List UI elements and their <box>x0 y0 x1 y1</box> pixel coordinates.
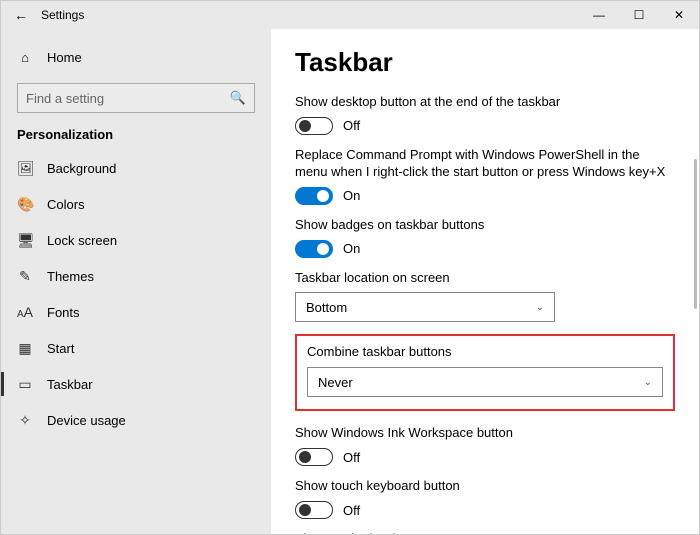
sidebar-item-colors[interactable]: 🎨 Colors <box>1 186 271 222</box>
setting-label: Show badges on taskbar buttons <box>295 217 675 234</box>
sidebar-item-label: Themes <box>47 269 94 284</box>
sidebar-item-device-usage[interactable]: ✧ Device usage <box>1 402 271 438</box>
setting-powershell: Replace Command Prompt with Windows Powe… <box>295 147 675 205</box>
sidebar-item-fonts[interactable]: AA Fonts <box>1 294 271 330</box>
setting-badges: Show badges on taskbar buttons On <box>295 217 675 258</box>
dropdown-combine-taskbar[interactable]: Never ⌄ <box>307 367 663 397</box>
sidebar-nav: 🖼 Background 🎨 Colors 🖥 Lock screen ✎ Th… <box>1 150 271 534</box>
setting-label: Show touch keyboard button <box>295 478 675 495</box>
toggle-powershell[interactable] <box>295 187 333 205</box>
fonts-icon: AA <box>17 304 33 320</box>
setting-label: Taskbar location on screen <box>295 270 675 287</box>
toggle-desktop-button[interactable] <box>295 117 333 135</box>
window-title: Settings <box>41 8 84 22</box>
device-usage-icon: ✧ <box>17 412 33 429</box>
sidebar: ⌂ Home Find a setting 🔍 Personalization … <box>1 29 271 534</box>
sidebar-item-label: Lock screen <box>47 233 117 248</box>
toggle-state: Off <box>343 450 360 465</box>
sidebar-item-label: Taskbar <box>47 377 93 392</box>
start-icon: ▦ <box>17 340 33 357</box>
setting-taskbar-location: Taskbar location on screen Bottom ⌄ <box>295 270 675 323</box>
sidebar-item-taskbar[interactable]: ▭ Taskbar <box>1 366 271 402</box>
dropdown-value: Bottom <box>306 300 347 315</box>
scrollbar[interactable] <box>694 159 697 309</box>
picture-icon: 🖼 <box>17 160 33 177</box>
sidebar-item-label: Background <box>47 161 116 176</box>
sidebar-item-start[interactable]: ▦ Start <box>1 330 271 366</box>
setting-desktop-button: Show desktop button at the end of the ta… <box>295 94 675 135</box>
sidebar-item-label: Start <box>47 341 74 356</box>
dropdown-taskbar-location[interactable]: Bottom ⌄ <box>295 292 555 322</box>
toggle-ink-workspace[interactable] <box>295 448 333 466</box>
content-pane: Taskbar Show desktop button at the end o… <box>271 29 699 534</box>
home-icon: ⌂ <box>17 50 33 65</box>
maximize-button[interactable]: ☐ <box>619 1 659 29</box>
chevron-down-icon: ⌄ <box>644 377 652 388</box>
sidebar-item-background[interactable]: 🖼 Background <box>1 150 271 186</box>
minimize-button[interactable]: — <box>579 1 619 29</box>
search-placeholder: Find a setting <box>26 91 104 106</box>
toggle-state: On <box>343 241 360 256</box>
toggle-badges[interactable] <box>295 240 333 258</box>
setting-label: Combine taskbar buttons <box>307 344 663 359</box>
toggle-state: Off <box>343 503 360 518</box>
dropdown-value: Never <box>318 375 353 390</box>
setting-label: Show Task View button <box>295 531 675 534</box>
toggle-state: On <box>343 188 360 203</box>
page-title: Taskbar <box>295 47 675 78</box>
taskbar-icon: ▭ <box>17 376 33 393</box>
section-label: Personalization <box>1 127 271 150</box>
themes-icon: ✎ <box>17 268 33 285</box>
search-input[interactable]: Find a setting 🔍 <box>17 83 255 113</box>
sidebar-item-label: Colors <box>47 197 85 212</box>
toggle-state: Off <box>343 118 360 133</box>
palette-icon: 🎨 <box>17 196 33 213</box>
lockscreen-icon: 🖥 <box>17 232 33 249</box>
setting-ink-workspace: Show Windows Ink Workspace button Off <box>295 425 675 466</box>
home-label: Home <box>47 50 82 65</box>
titlebar: ← Settings — ☐ ✕ <box>1 1 699 29</box>
close-button[interactable]: ✕ <box>659 1 699 29</box>
back-button[interactable]: ← <box>1 7 41 23</box>
settings-window: ← Settings — ☐ ✕ ⌂ Home Find a setting 🔍… <box>0 0 700 535</box>
sidebar-item-lockscreen[interactable]: 🖥 Lock screen <box>1 222 271 258</box>
setting-label: Show Windows Ink Workspace button <box>295 425 675 442</box>
highlight-combine-taskbar: Combine taskbar buttons Never ⌄ <box>295 334 675 411</box>
setting-touch-keyboard: Show touch keyboard button Off <box>295 478 675 519</box>
chevron-down-icon: ⌄ <box>536 302 544 313</box>
sidebar-item-label: Fonts <box>47 305 80 320</box>
setting-label: Show desktop button at the end of the ta… <box>295 94 675 111</box>
sidebar-item-label: Device usage <box>47 413 126 428</box>
toggle-touch-keyboard[interactable] <box>295 501 333 519</box>
home-button[interactable]: ⌂ Home <box>1 39 271 75</box>
setting-label: Replace Command Prompt with Windows Powe… <box>295 147 675 181</box>
search-icon: 🔍 <box>230 90 246 106</box>
sidebar-item-themes[interactable]: ✎ Themes <box>1 258 271 294</box>
